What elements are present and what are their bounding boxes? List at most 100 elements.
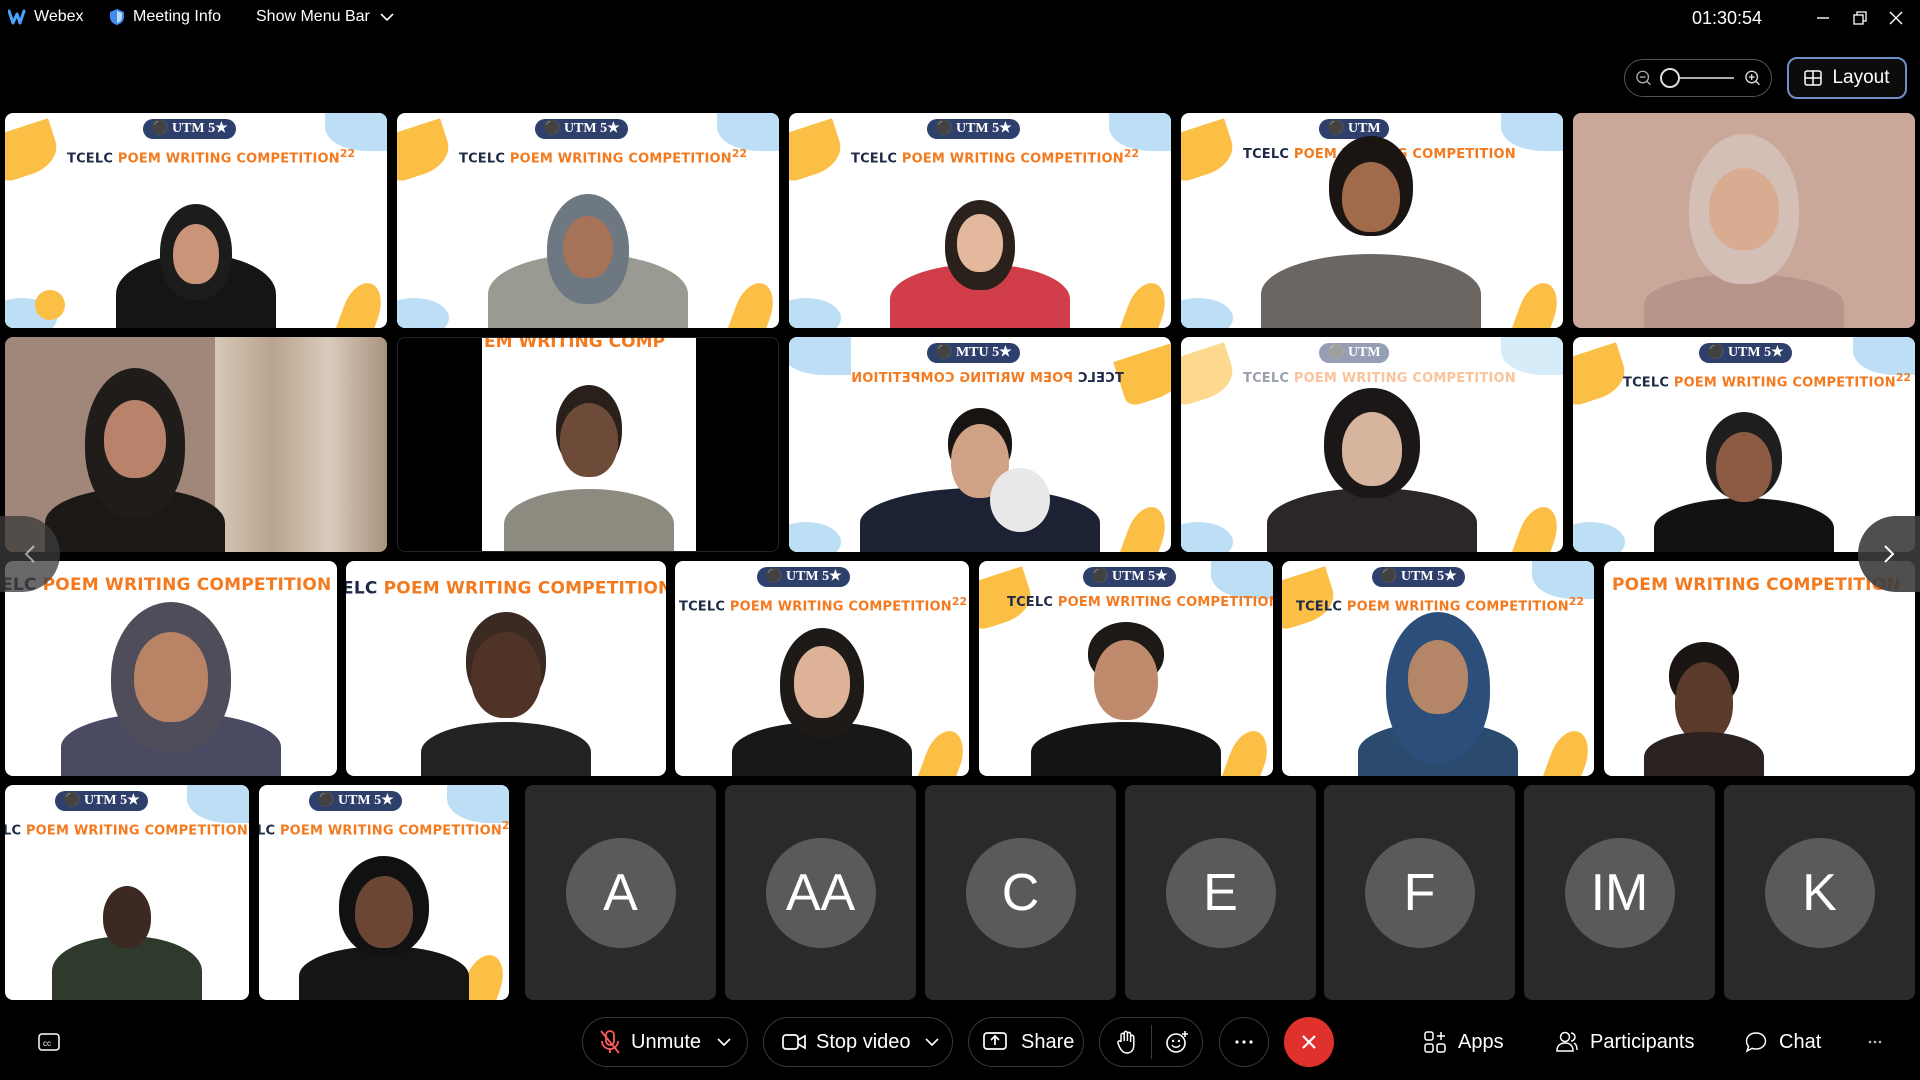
chevron-down-icon[interactable] bbox=[924, 1037, 939, 1047]
svg-text:cc: cc bbox=[43, 1039, 51, 1048]
meeting-info-label: Meeting Info bbox=[133, 8, 222, 25]
meeting-info-button[interactable]: Meeting Info bbox=[109, 8, 221, 26]
video-tile[interactable]: ⚫ UTM 5★ TCELC POEM WRITING COMPETITION2… bbox=[789, 113, 1171, 328]
zoom-slider[interactable] bbox=[1660, 68, 1734, 88]
avatar: E bbox=[1165, 837, 1276, 948]
reactions-group bbox=[1099, 1017, 1203, 1067]
banner-title: ELC POEM WRITING COMPETITION22 bbox=[346, 578, 666, 599]
zoom-in-icon[interactable] bbox=[1744, 69, 1761, 87]
participants-button[interactable]: Participants bbox=[1556, 1017, 1695, 1067]
banner-logo: ⚫ UTM 5★ bbox=[927, 119, 1020, 139]
banner-title: LC POEM WRITING COMPETITION22 bbox=[259, 819, 509, 839]
zoom-slider-handle[interactable] bbox=[1660, 68, 1681, 88]
minimize-button[interactable] bbox=[1809, 6, 1837, 30]
video-tile[interactable]: ⚫ UTM 5★ LC POEM WRITING COMPETITION22 bbox=[5, 785, 249, 1000]
zoom-out-icon[interactable] bbox=[1635, 69, 1652, 87]
captions-button[interactable]: cc bbox=[38, 1017, 60, 1067]
video-tile[interactable] bbox=[1573, 113, 1915, 328]
apps-icon bbox=[1424, 1031, 1446, 1053]
participant-tile[interactable]: E bbox=[1125, 785, 1316, 1000]
zoom-control[interactable] bbox=[1624, 59, 1772, 97]
video-tile[interactable]: ELC POEM WRITING COMPETITION22 bbox=[346, 561, 666, 776]
video-tile[interactable]: ⚫ UTM 5★ TCELC POEM WRITING COMPETITION bbox=[979, 561, 1273, 776]
banner-logo: ⚫ UTM 5★ bbox=[1083, 567, 1176, 587]
video-tile[interactable]: ELC POEM WRITING COMPETITION bbox=[5, 561, 337, 776]
reactions-icon bbox=[1166, 1031, 1188, 1053]
banner-logo: ⚫ UTM 5★ bbox=[1699, 343, 1792, 363]
banner-logo: ⚫ UTM 5★ bbox=[757, 567, 850, 587]
end-call-icon bbox=[1302, 1035, 1316, 1049]
video-tile[interactable]: ⚫ UTM 5★ TCELC POEM WRITING COMPETITION2… bbox=[1573, 337, 1915, 552]
chevron-left-icon bbox=[24, 545, 35, 563]
show-menu-bar-label: Show Menu Bar bbox=[256, 8, 370, 25]
unmute-button[interactable]: Unmute bbox=[582, 1017, 748, 1067]
apps-label: Apps bbox=[1458, 1030, 1504, 1053]
app-name: Webex bbox=[34, 8, 84, 25]
video-tile[interactable]: ⚫ UTM TCELC POEM WRITING COMPETITION bbox=[1181, 337, 1563, 552]
chevron-down-icon bbox=[380, 13, 394, 22]
video-tile[interactable]: EM WRITING COMP bbox=[397, 337, 779, 552]
end-call-button[interactable] bbox=[1284, 1017, 1334, 1067]
more-options-button[interactable] bbox=[1219, 1017, 1269, 1067]
close-window-button[interactable] bbox=[1882, 6, 1910, 30]
more-icon bbox=[1235, 1040, 1253, 1044]
video-tile[interactable]: ⚫ UTM 5★ LC POEM WRITING COMPETITION22 bbox=[259, 785, 509, 1000]
chat-label: Chat bbox=[1779, 1030, 1822, 1053]
chat-icon bbox=[1745, 1032, 1767, 1053]
layout-button[interactable]: Layout bbox=[1787, 57, 1907, 99]
avatar: IM bbox=[1564, 837, 1675, 948]
participant-tile[interactable]: C bbox=[925, 785, 1116, 1000]
banner-logo: ⚫ UTM 5★ bbox=[1372, 567, 1465, 587]
avatar: K bbox=[1764, 837, 1875, 948]
banner-logo: ⚫ MTU 5★ bbox=[927, 343, 1020, 363]
apps-button[interactable]: Apps bbox=[1424, 1017, 1504, 1067]
banner-title: TCELC POEM WRITING COMPETITION22 bbox=[459, 147, 748, 167]
video-tile[interactable]: POEM WRITING COMPETITION bbox=[1604, 561, 1915, 776]
participant-tile[interactable]: A bbox=[525, 785, 716, 1000]
restore-icon bbox=[1853, 11, 1867, 25]
raise-hand-button[interactable] bbox=[1100, 1017, 1151, 1067]
participants-icon bbox=[1556, 1031, 1578, 1052]
avatar: A bbox=[565, 837, 676, 948]
video-tile[interactable] bbox=[5, 337, 387, 552]
raise-hand-icon bbox=[1116, 1030, 1135, 1054]
chevron-right-icon bbox=[1884, 545, 1895, 563]
title-bar: Webex Meeting Info Show Menu Bar 01:30:5… bbox=[0, 0, 1920, 38]
video-tile[interactable]: ⚫ UTM TCELC POEM WRITING COMPETITION bbox=[1181, 113, 1563, 328]
more-panels-button[interactable] bbox=[1868, 1017, 1882, 1067]
avatar: C bbox=[965, 837, 1076, 948]
share-button[interactable]: Share bbox=[968, 1017, 1084, 1067]
video-tile[interactable]: ⚫ UTM 5★ TCELC POEM WRITING COMPETITION2… bbox=[675, 561, 969, 776]
banner-title: POEM WRITING COMPETITION bbox=[1612, 575, 1901, 595]
participant-tile[interactable]: K bbox=[1724, 785, 1915, 1000]
banner-logo: ⚫ UTM 5★ bbox=[55, 791, 148, 811]
show-menu-bar-button[interactable]: Show Menu Bar bbox=[256, 8, 394, 26]
banner-title-mirrored: TCELC POEM WRITING COMPETITION bbox=[851, 371, 1124, 386]
stop-video-button[interactable]: Stop video bbox=[763, 1017, 953, 1067]
share-icon bbox=[983, 1032, 1007, 1050]
video-tile[interactable]: ⚫ MTU 5★ TCELC POEM WRITING COMPETITION bbox=[789, 337, 1171, 552]
chat-button[interactable]: Chat bbox=[1745, 1017, 1821, 1067]
mic-muted-icon bbox=[600, 1030, 620, 1054]
video-tile[interactable]: ⚫ UTM 5★ TCELC POEM WRITING COMPETITION2… bbox=[397, 113, 779, 328]
layout-grid-icon bbox=[1804, 70, 1823, 86]
stop-video-label: Stop video bbox=[816, 1030, 911, 1053]
participants-label: Participants bbox=[1590, 1030, 1695, 1053]
video-camera-icon bbox=[782, 1034, 806, 1050]
chevron-down-icon[interactable] bbox=[717, 1037, 731, 1047]
minimize-icon bbox=[1817, 17, 1829, 19]
restore-button[interactable] bbox=[1846, 6, 1874, 30]
more-icon bbox=[1868, 1040, 1882, 1044]
banner-title: TCELC POEM WRITING COMPETITION22 bbox=[67, 147, 356, 167]
layout-label: Layout bbox=[1832, 67, 1890, 88]
banner-title: TCELC POEM WRITING COMPETITION22 bbox=[851, 147, 1140, 167]
video-tile[interactable]: ⚫ UTM 5★ TCELC POEM WRITING COMPETITION2… bbox=[1282, 561, 1594, 776]
participant-tile[interactable]: IM bbox=[1524, 785, 1715, 1000]
video-tile[interactable]: ⚫ UTM 5★ TCELC POEM WRITING COMPETITION2… bbox=[5, 113, 387, 328]
banner-title: LC POEM WRITING COMPETITION22 bbox=[5, 819, 249, 839]
participant-tile[interactable]: F bbox=[1324, 785, 1515, 1000]
participant-tile[interactable]: AA bbox=[725, 785, 916, 1000]
banner-title: TCELC POEM WRITING COMPETITION bbox=[1007, 595, 1273, 610]
reactions-button[interactable] bbox=[1152, 1017, 1202, 1067]
banner-logo: ⚫ UTM 5★ bbox=[535, 119, 628, 139]
